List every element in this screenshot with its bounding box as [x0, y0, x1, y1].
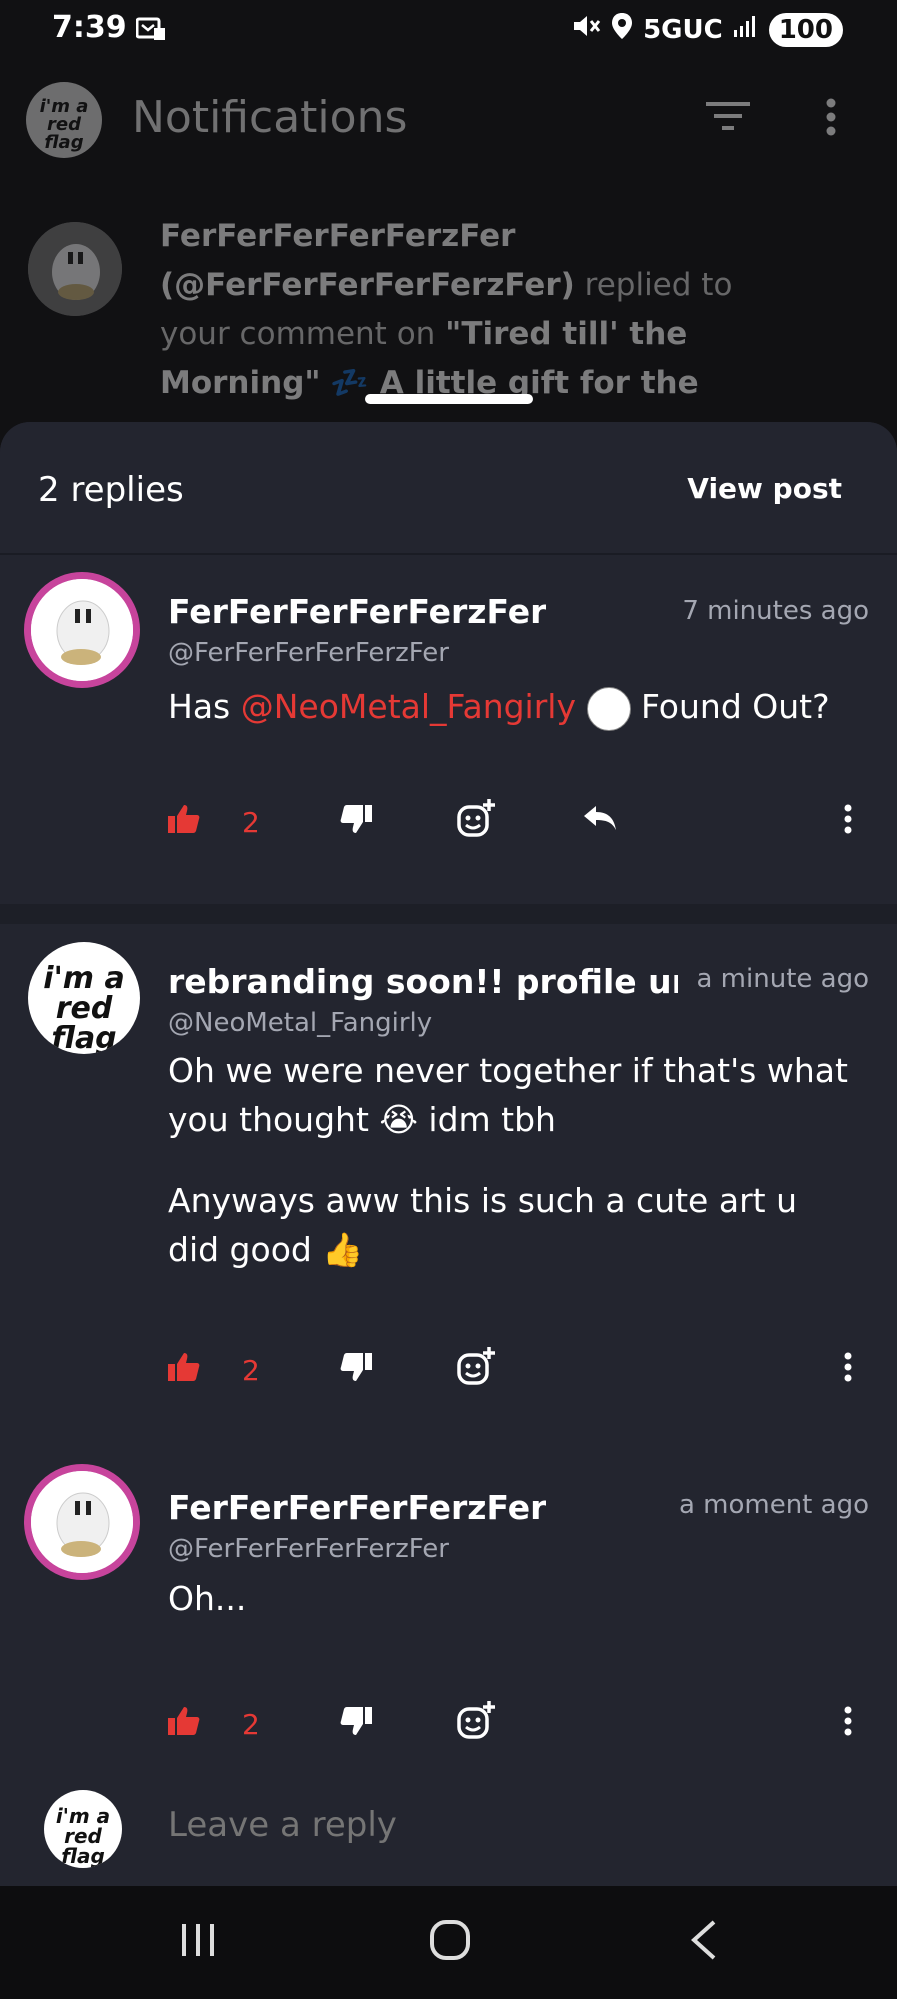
mention-link[interactable]: @NeoMetal_Fangirly [241, 687, 576, 726]
comment-text-prefix: Has [168, 687, 241, 726]
commenter-name[interactable]: FerFerFerFerFerzFer [168, 592, 546, 631]
mute-icon [571, 12, 601, 47]
commenter-name[interactable]: rebranding soon!! profile unde [168, 962, 678, 1001]
location-icon [611, 12, 633, 47]
commenter-avatar[interactable] [24, 572, 140, 688]
dislike-icon[interactable] [340, 1706, 372, 1740]
comment-body: Has @NeoMetal_Fangirly Found Out? [168, 682, 858, 731]
commenter-avatar[interactable] [24, 1464, 140, 1580]
home-icon[interactable] [430, 1920, 470, 1964]
filter-icon[interactable] [706, 102, 750, 136]
my-avatar: i'm a red flag [44, 1790, 122, 1868]
like-count: 2 [242, 1354, 260, 1387]
more-options-icon[interactable] [826, 98, 836, 140]
network-type: 5GUC [643, 14, 723, 45]
system-nav-bar [0, 1886, 897, 1999]
replies-count: 2 replies [38, 470, 184, 510]
recent-apps-icon[interactable] [180, 1922, 216, 1962]
commenter-handle: @FerFerFerFerFerzFer [168, 1534, 449, 1564]
comment-actions: 2 [168, 799, 868, 844]
avatar-red-flag-art: i'm a red flag [55, 1804, 111, 1868]
commenter-avatar[interactable]: i'm a red flag [28, 942, 140, 1054]
notification-text[interactable]: FerFerFerFerFerzFer (@FerFerFerFerFerzFe… [160, 212, 740, 408]
comment-timestamp: a minute ago [684, 964, 869, 994]
dislike-icon[interactable] [340, 1352, 372, 1386]
commenter-handle: @FerFerFerFerFerzFer [168, 638, 449, 668]
profile-avatar[interactable]: i'm a red flag [26, 82, 102, 158]
signal-icon [733, 14, 759, 45]
reply-icon[interactable] [582, 804, 618, 836]
reply-composer: i'm a red flag [0, 1767, 897, 1886]
sheet-header: 2 replies View post [0, 422, 897, 555]
like-count: 2 [242, 1708, 260, 1741]
battery-level: 100 [768, 12, 843, 47]
like-icon[interactable] [168, 1352, 200, 1386]
comment-timestamp: a moment ago [678, 1490, 869, 1520]
comment-text-suffix: Found Out? [630, 687, 830, 726]
status-indicators: 5GUC 100 [571, 12, 843, 47]
like-count: 2 [242, 806, 260, 839]
comment-item: i'm a red flag rebranding soon!! profile … [0, 924, 897, 1444]
comment-more-icon[interactable] [844, 1706, 852, 1740]
comment-actions: 2 [168, 1347, 868, 1392]
comment-body: Oh... [168, 1579, 247, 1618]
avatar-red-flag-art: i'm a red flag [43, 961, 125, 1054]
comment-body-paragraph-1: Oh we were never together if that's what… [168, 1051, 848, 1139]
comment-actions: 2 [168, 1701, 868, 1746]
message-status-icon [135, 16, 166, 46]
notification-user-name: FerFerFerFerFerzFer [160, 218, 516, 254]
like-icon[interactable] [168, 1706, 200, 1740]
mention-avatar-icon [586, 686, 631, 731]
status-time: 7:39 [52, 10, 127, 45]
add-reaction-icon[interactable] [456, 798, 496, 842]
notification-user-handle: (@FerFerFerFerFerzFer) [160, 267, 575, 303]
notification-avatar [28, 222, 122, 316]
comment-body-paragraph-2: Anyways aww this is such a cute art u di… [168, 1181, 797, 1269]
add-reaction-icon[interactable] [456, 1700, 496, 1744]
comment-more-icon[interactable] [844, 804, 852, 838]
dislike-icon[interactable] [340, 804, 372, 838]
replies-sheet: 2 replies View post FerFerFerFerFerzFer … [0, 422, 897, 1886]
comment-item: FerFerFerFerFerzFer @FerFerFerFerFerzFer… [0, 556, 897, 904]
sheet-drag-handle[interactable] [365, 394, 533, 404]
status-bar: 7:39 5GUC 100 [0, 0, 897, 62]
page-title: Notifications [132, 92, 408, 143]
commenter-handle: @NeoMetal_Fangirly [168, 1008, 433, 1038]
add-reaction-icon[interactable] [456, 1346, 496, 1390]
thread-divider [0, 904, 897, 924]
avatar-red-flag-art: i'm a red flag [39, 96, 89, 153]
comment-more-icon[interactable] [844, 1352, 852, 1386]
commenter-name[interactable]: FerFerFerFerFerzFer [168, 1488, 546, 1527]
like-icon[interactable] [168, 804, 200, 838]
reply-input[interactable] [168, 1805, 828, 1845]
back-icon[interactable] [690, 1920, 718, 1964]
view-post-button[interactable]: View post [687, 472, 842, 505]
comment-timestamp: 7 minutes ago [682, 596, 869, 626]
